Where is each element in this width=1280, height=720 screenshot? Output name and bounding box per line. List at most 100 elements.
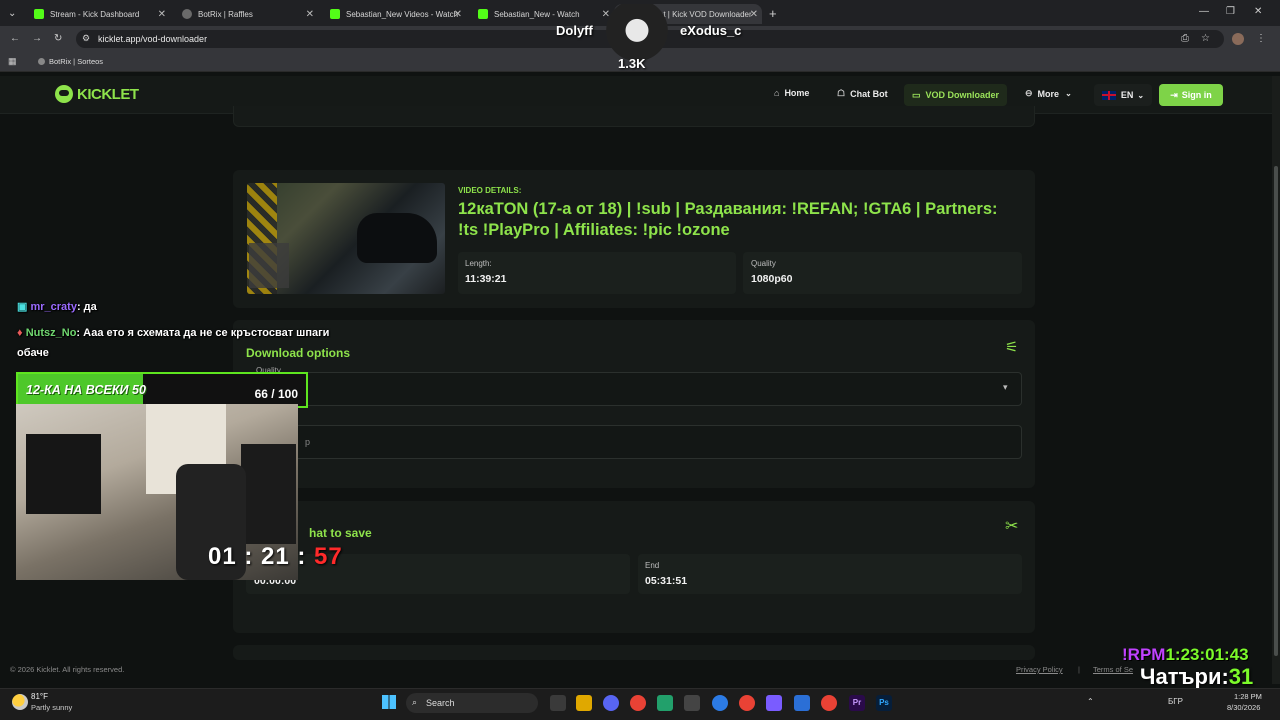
app-icon-2[interactable] [684,695,700,711]
weather-temp[interactable]: 81°F [31,692,48,701]
weather-desc[interactable]: Partly sunny [31,703,72,712]
rpm-timer: !RPM1:23:01:43 [1122,645,1249,665]
end-box[interactable] [638,554,1022,594]
kicklet-logo[interactable]: KICKLET [55,85,139,103]
nav-chatbot[interactable]: ☖ Chat Bot [837,88,888,99]
app-icon-3[interactable] [712,695,728,711]
maximize-icon[interactable]: ❐ [1226,6,1235,17]
sliders-icon[interactable]: ⚟ [1005,338,1018,356]
site-footer [0,660,1272,684]
chatters-label: Чатъри: [1140,664,1229,689]
copyright-text: © 2026 Kicklet. All rights reserved. [10,665,125,674]
bookmark-botrix[interactable]: BotRix | Sorteos [49,57,103,66]
chat-badge-icon: ▣ [17,301,28,313]
tab-botrix-raffles[interactable]: BotRix | Raffles ✕ [170,4,318,24]
site-info-icon[interactable]: ⚙ [82,33,90,44]
end-label: End [645,561,660,570]
rpm-label: !RPM [1122,645,1166,664]
sign-in-label: Sign in [1181,90,1212,100]
chatters-count: 31 [1228,664,1254,689]
app-icon-5[interactable] [794,695,810,711]
logo-text: KICKLET [77,85,139,103]
nav-vod-downloader[interactable]: ▭ VOD Downloader [904,84,1008,106]
app-icon[interactable] [657,695,673,711]
clock-time[interactable]: 1:28 PM [1234,692,1262,701]
premiere-icon[interactable]: Pr [849,695,865,711]
chrome-icon-2[interactable] [739,695,755,711]
chat-text: : да [76,301,97,313]
chat-message: ♦ Nutsz_No: Ааа ето я схемата да не се к… [17,323,357,363]
bot-icon: ☖ [837,88,846,98]
install-icon[interactable]: ⎙ [1181,33,1189,44]
language-selector[interactable]: EN ⌄ [1094,84,1152,106]
nav-more[interactable]: ⊖ More ⌄ [1025,88,1072,99]
profile-avatar[interactable] [1232,33,1244,45]
cam-timer: 01 : 21 : 57 [208,543,343,571]
nav-more-label: More [1037,88,1060,99]
tab-search-icon[interactable]: ⌄ [8,8,16,19]
chatters-counter: Чатъри:31 [1140,664,1253,690]
weather-icon[interactable] [12,694,28,710]
url-text[interactable]: kicklet.app/vod-downloader [98,34,207,44]
login-icon: ⇥ [1170,89,1178,100]
file-explorer-icon[interactable] [576,695,592,711]
back-icon[interactable]: ← [10,33,20,44]
quality-value: 1080p60 [751,273,793,285]
language-label: EN [1120,90,1134,100]
video-title: 12каTON (17-а от 18) | !sub | Раздавания… [458,200,998,239]
input-language[interactable]: БГР [1168,697,1183,706]
close-icon[interactable]: ✕ [750,9,758,20]
window-close-icon[interactable]: ✕ [1254,6,1262,17]
chrome-icon-3[interactable] [821,695,837,711]
tab-title: BotRix | Raffles [198,9,253,19]
format-field[interactable] [246,425,1022,459]
quality-select[interactable] [246,372,1022,406]
privacy-link[interactable]: Privacy Policy [1016,665,1063,674]
home-icon: ⌂ [774,88,780,98]
close-icon[interactable]: ✕ [306,9,314,20]
reload-icon[interactable]: ↻ [54,33,62,44]
taskbar-search[interactable]: Search [406,693,538,713]
bookmark-star-icon[interactable]: ☆ [1201,33,1210,44]
menu-icon[interactable]: ⋮ [1256,33,1266,44]
sign-in-button[interactable]: ⇥ Sign in [1159,84,1223,106]
minimize-icon[interactable]: — [1199,6,1209,17]
app-icon-4[interactable] [766,695,782,711]
windows-start-icon[interactable] [382,695,396,709]
tab-kick-dashboard[interactable]: Stream - Kick Dashboard ✕ [22,4,170,24]
chrome-icon[interactable] [630,695,646,711]
forward-icon[interactable]: → [32,33,42,44]
new-tab-icon[interactable]: + [769,6,777,21]
search-label: Search [426,698,455,708]
calendar-icon: ▭ [912,89,921,100]
close-icon[interactable]: ✕ [158,9,166,20]
clock-date[interactable]: 8/30/2026 [1227,703,1260,712]
botrix-icon [182,9,192,19]
scissors-icon[interactable]: ✂ [1005,516,1018,536]
kick-icon [478,9,488,19]
discord-icon[interactable] [603,695,619,711]
nav-home[interactable]: ⌂ Home [774,88,809,98]
cam-timer-main: 01 : 21 : [208,543,315,570]
kick-icon [330,9,340,19]
goal-count: 66 / 100 [254,387,298,401]
search-icon: ⌕ [412,697,418,707]
tab-sebastian-videos[interactable]: Sebastian_New Videos - Watch ✕ [318,4,466,24]
chat-username: Nutsz_No [25,327,77,339]
chat-message: ▣ mr_craty: да [17,300,97,313]
task-view-icon[interactable] [550,695,566,711]
tab-sebastian-watch[interactable]: Sebastian_New - Watch ✕ [466,4,614,24]
format-field-value: p [305,437,311,447]
close-icon[interactable]: ✕ [454,9,462,20]
overlay-name-left: Dolyff [556,23,593,38]
apps-icon[interactable]: ▦ [8,56,17,67]
terms-link[interactable]: Terms of Se [1093,665,1133,674]
photoshop-icon[interactable]: Ps [876,695,892,711]
tab-title: Sebastian_New - Watch [494,9,580,19]
tray-expand-icon[interactable]: ⌃ [1087,697,1094,706]
kicklet-logo-icon [55,85,73,103]
tab-title: Stream - Kick Dashboard [50,9,140,19]
chevron-down-icon: ⌄ [1137,90,1145,100]
botrix-icon [38,58,45,65]
scrollbar-thumb[interactable] [1274,166,1278,656]
